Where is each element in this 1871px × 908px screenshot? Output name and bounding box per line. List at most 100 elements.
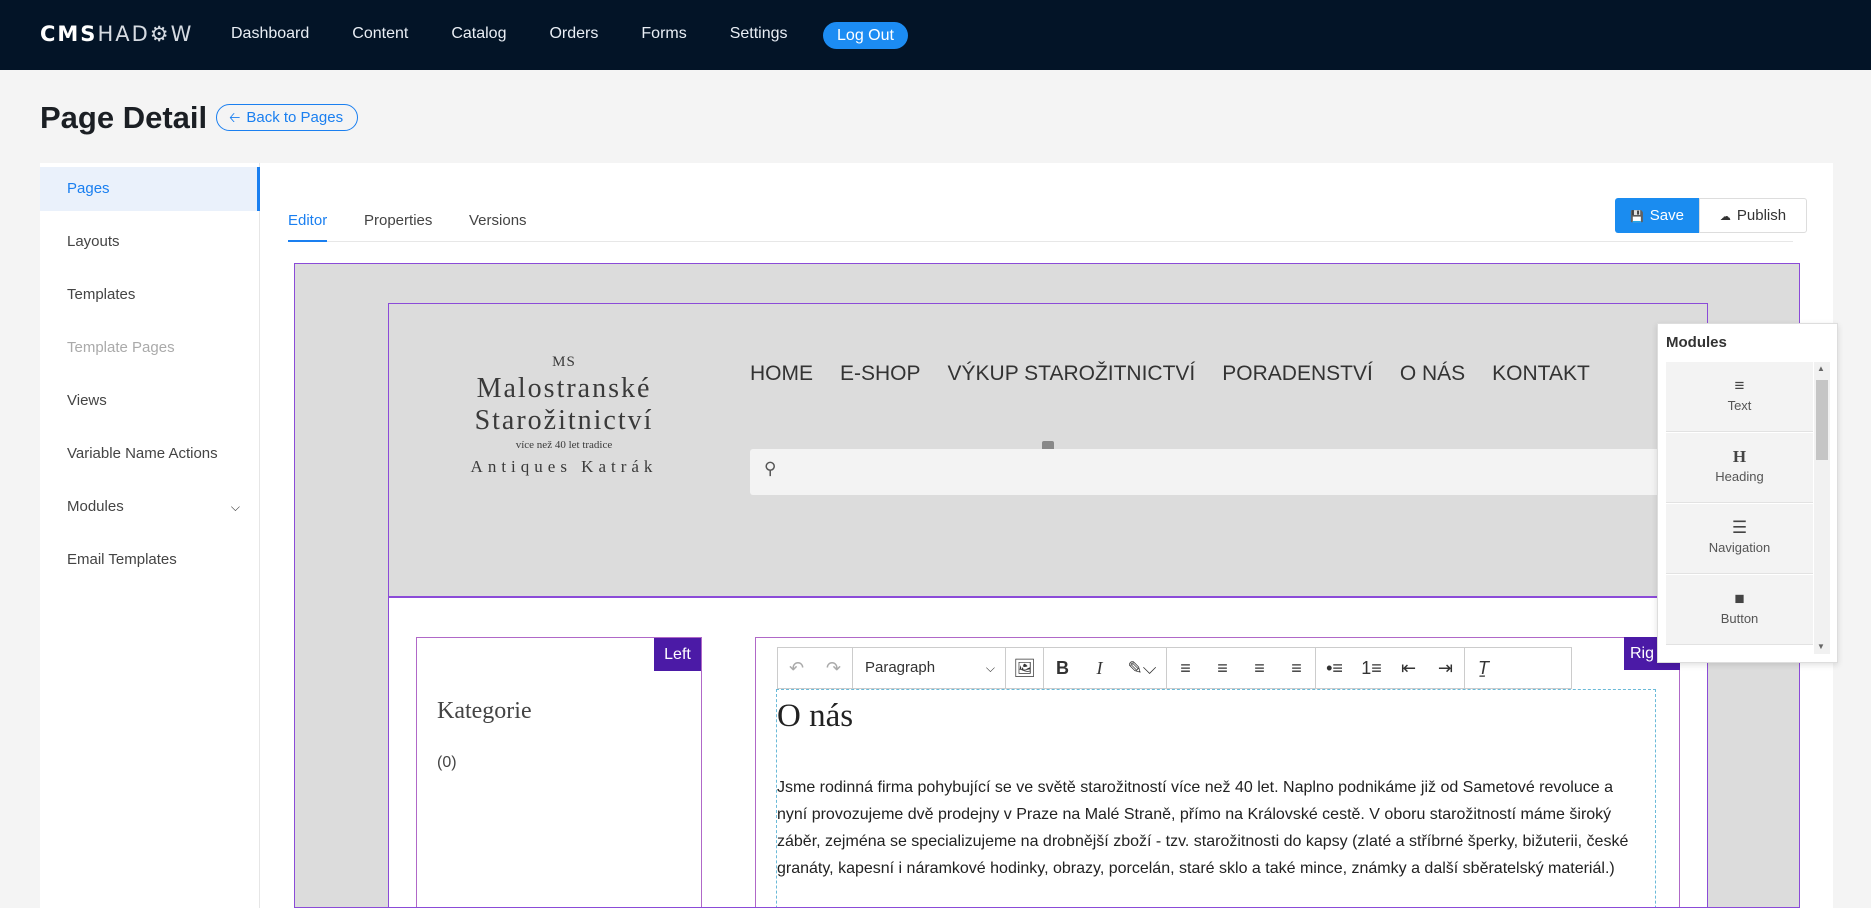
logout-button[interactable]: Log Out [823, 22, 908, 49]
logo-line-3: Antiques Katrák [470, 457, 658, 476]
italic-icon[interactable]: I [1081, 648, 1118, 688]
main-nav: Dashboard Content Catalog Orders Forms S… [231, 25, 831, 43]
nav-content[interactable]: Content [352, 25, 408, 43]
publish-label: Publish [1736, 207, 1787, 224]
module-label: Text [1727, 398, 1752, 413]
site-nav: HOME E-SHOP VÝKUP STAROŽITNICTVÍ PORADEN… [750, 362, 1617, 386]
sidebar-item-templates[interactable]: Templates [40, 273, 260, 317]
back-to-pages-button[interactable]: 🡠 Back to Pages [216, 104, 359, 131]
chevron-down-icon: ⌵ [230, 500, 240, 514]
align-justify-icon[interactable]: ≡ [1278, 648, 1315, 688]
top-navbar: CMSHAD⚙W Dashboard Content Catalog Order… [0, 0, 1871, 70]
logo-tagline: více než 40 let tradice [515, 439, 613, 451]
cloud-upload-icon: ☁ [1719, 211, 1731, 223]
clear-group: Ṯ [1465, 648, 1502, 688]
insert-image-icon[interactable]: 🖼 [1006, 648, 1043, 688]
sidebar-item-label: Variable Name Actions [67, 445, 218, 462]
content-card: Pages Layouts Templates Template Pages V… [40, 163, 1833, 908]
logo-line-1: Malostranské [476, 373, 652, 404]
scrollbar-thumb[interactable] [1816, 380, 1828, 460]
style-group: B I ✎⌵ [1044, 648, 1167, 688]
nav-forms[interactable]: Forms [641, 25, 686, 43]
sidebar-item-label: Email Templates [67, 551, 177, 568]
format-select[interactable]: Paragraph ⌵ [853, 648, 1005, 688]
sidebar-item-layouts[interactable]: Layouts [40, 220, 260, 264]
content-heading[interactable]: O nás [777, 698, 853, 735]
category-count: (0) [437, 754, 457, 771]
undo-icon[interactable]: ↶ [778, 648, 815, 688]
module-text[interactable]: ≡ Text [1666, 362, 1813, 432]
content-region[interactable]: Co Left Kategorie (0) Rig ↶ ↷ Paragraph [388, 597, 1799, 907]
sidebar-item-label: Layouts [67, 233, 120, 250]
text-icon: ≡ [1734, 376, 1745, 395]
sidebar-item-template-pages[interactable]: Template Pages [40, 326, 260, 370]
tab-properties[interactable]: Properties [364, 203, 432, 242]
site-nav-home[interactable]: HOME [750, 362, 813, 386]
save-button[interactable]: 💾 Save [1615, 198, 1699, 233]
back-label: Back to Pages [246, 109, 344, 126]
site-nav-kontakt[interactable]: KONTAKT [1492, 362, 1590, 386]
sidebar-item-label: Template Pages [67, 339, 175, 356]
chevron-down-icon: ⌵ [985, 661, 995, 675]
site-nav-vykup[interactable]: VÝKUP STAROŽITNICTVÍ [948, 362, 1196, 386]
module-button[interactable]: ■ Button [1666, 575, 1813, 645]
indent-icon[interactable]: ⇥ [1427, 648, 1464, 688]
nav-orders[interactable]: Orders [549, 25, 598, 43]
editor-canvas[interactable]: MS Malostranské Starožitnictví více než … [294, 263, 1800, 908]
sidebar-item-email-templates[interactable]: Email Templates [40, 538, 260, 582]
left-region-tag[interactable]: Left [654, 638, 701, 671]
right-column-region[interactable]: Rig ↶ ↷ Paragraph ⌵ 🖼 B I ✎⌵ ≡ ≡ ≡ ≡ •≡ … [755, 637, 1680, 907]
bullet-list-icon[interactable]: •≡ [1316, 648, 1353, 688]
rich-text-toolbar: ↶ ↷ Paragraph ⌵ 🖼 B I ✎⌵ ≡ ≡ ≡ ≡ •≡ 1≡ ⇤… [777, 647, 1572, 689]
module-label: Button [1720, 611, 1759, 626]
highlight-color-icon[interactable]: ✎⌵ [1118, 648, 1166, 688]
align-center-icon[interactable]: ≡ [1204, 648, 1241, 688]
site-nav-o-nas[interactable]: O NÁS [1400, 362, 1465, 386]
sidebar-item-pages[interactable]: Pages [40, 167, 260, 211]
align-group: ≡ ≡ ≡ ≡ [1167, 648, 1316, 688]
history-group: ↶ ↷ [778, 648, 853, 688]
align-left-icon[interactable]: ≡ [1167, 648, 1204, 688]
align-right-icon[interactable]: ≡ [1241, 648, 1278, 688]
modules-scrollbar[interactable]: ▲ ▼ [1814, 362, 1830, 654]
tab-editor[interactable]: Editor [288, 203, 328, 242]
media-group: 🖼 [1006, 648, 1044, 688]
heading-icon: H [1732, 447, 1747, 466]
content-paragraph[interactable]: Jsme rodinná firma pohybující se ve svět… [777, 774, 1647, 882]
outdent-icon[interactable]: ⇤ [1390, 648, 1427, 688]
format-group: Paragraph ⌵ [853, 648, 1006, 688]
nav-catalog[interactable]: Catalog [451, 25, 506, 43]
category-title: Kategorie [437, 698, 532, 724]
brand-light: HAD⚙W [97, 22, 194, 46]
clear-formatting-icon[interactable]: Ṯ [1465, 648, 1502, 688]
sidebar-item-views[interactable]: Views [40, 379, 260, 423]
numbered-list-icon[interactable]: 1≡ [1353, 648, 1390, 688]
scroll-down-icon[interactable]: ▼ [1817, 642, 1825, 651]
site-nav-poradenstvi[interactable]: PORADENSTVÍ [1222, 362, 1373, 386]
scroll-up-icon[interactable]: ▲ [1817, 364, 1825, 373]
modules-panel: Modules ≡ Text H Heading ☰ Navigation ■ … [1657, 323, 1838, 663]
save-label: Save [1649, 207, 1684, 224]
nav-settings[interactable]: Settings [730, 25, 788, 43]
module-navigation[interactable]: ☰ Navigation [1666, 504, 1813, 574]
modules-list: ≡ Text H Heading ☰ Navigation ■ Button [1666, 362, 1813, 654]
sidebar-item-label: Templates [67, 286, 136, 303]
sidebar-item-modules[interactable]: Modules ⌵ [40, 485, 260, 529]
site-search-input[interactable]: ⚲ [750, 449, 1710, 495]
module-heading[interactable]: H Heading [1666, 433, 1813, 503]
publish-button[interactable]: ☁ Publish [1699, 198, 1807, 233]
redo-icon[interactable]: ↷ [815, 648, 852, 688]
brand-logo[interactable]: CMSHAD⚙W [40, 22, 193, 46]
nav-dashboard[interactable]: Dashboard [231, 25, 309, 43]
arrow-left-icon: 🡠 [229, 109, 241, 125]
site-header-region[interactable]: MS Malostranské Starožitnictví více než … [388, 303, 1710, 597]
sidebar: Pages Layouts Templates Template Pages V… [40, 163, 260, 908]
site-logo[interactable]: MS Malostranské Starožitnictví více než … [429, 354, 699, 477]
rich-text-editor[interactable]: O nás Jsme rodinná firma pohybující se v… [776, 689, 1656, 907]
site-nav-eshop[interactable]: E-SHOP [840, 362, 921, 386]
tab-versions[interactable]: Versions [469, 203, 527, 242]
bold-icon[interactable]: B [1044, 648, 1081, 688]
left-column-region[interactable]: Left Kategorie (0) [416, 637, 702, 907]
sidebar-item-variable-name-actions[interactable]: Variable Name Actions [40, 432, 260, 476]
page-title: Page Detail [40, 100, 208, 135]
